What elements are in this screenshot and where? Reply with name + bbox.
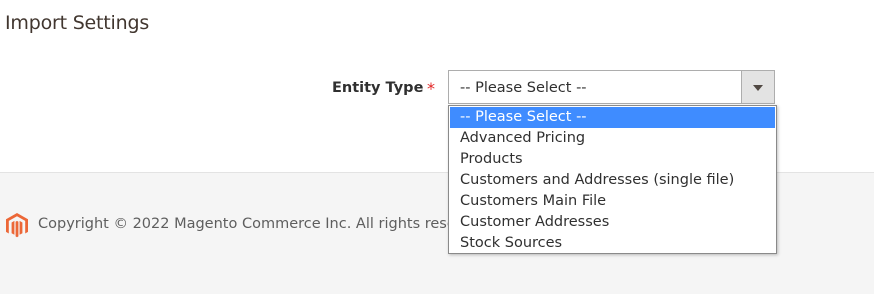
entity-type-selected-value: -- Please Select --	[460, 80, 587, 96]
chevron-down-icon	[753, 85, 763, 91]
entity-type-label: Entity Type	[332, 80, 424, 96]
entity-type-select[interactable]: -- Please Select --	[448, 70, 775, 104]
option-advanced-pricing[interactable]: Advanced Pricing	[449, 128, 776, 149]
section-title: Import Settings	[5, 12, 150, 34]
option-stock-sources[interactable]: Stock Sources	[449, 233, 776, 254]
option-please-select[interactable]: -- Please Select --	[450, 107, 775, 128]
option-customer-addresses[interactable]: Customer Addresses	[449, 212, 776, 233]
required-indicator: *	[427, 79, 435, 98]
magento-logo-icon	[6, 213, 28, 238]
option-customers-and-addresses[interactable]: Customers and Addresses (single file)	[449, 170, 776, 191]
option-products[interactable]: Products	[449, 149, 776, 170]
entity-type-options-list[interactable]: -- Please Select -- Advanced Pricing Pro…	[448, 105, 777, 254]
dropdown-toggle-button[interactable]	[741, 71, 774, 103]
footer-copyright: Copyright © 2022 Magento Commerce Inc. A…	[38, 216, 494, 232]
option-customers-main-file[interactable]: Customers Main File	[449, 191, 776, 212]
